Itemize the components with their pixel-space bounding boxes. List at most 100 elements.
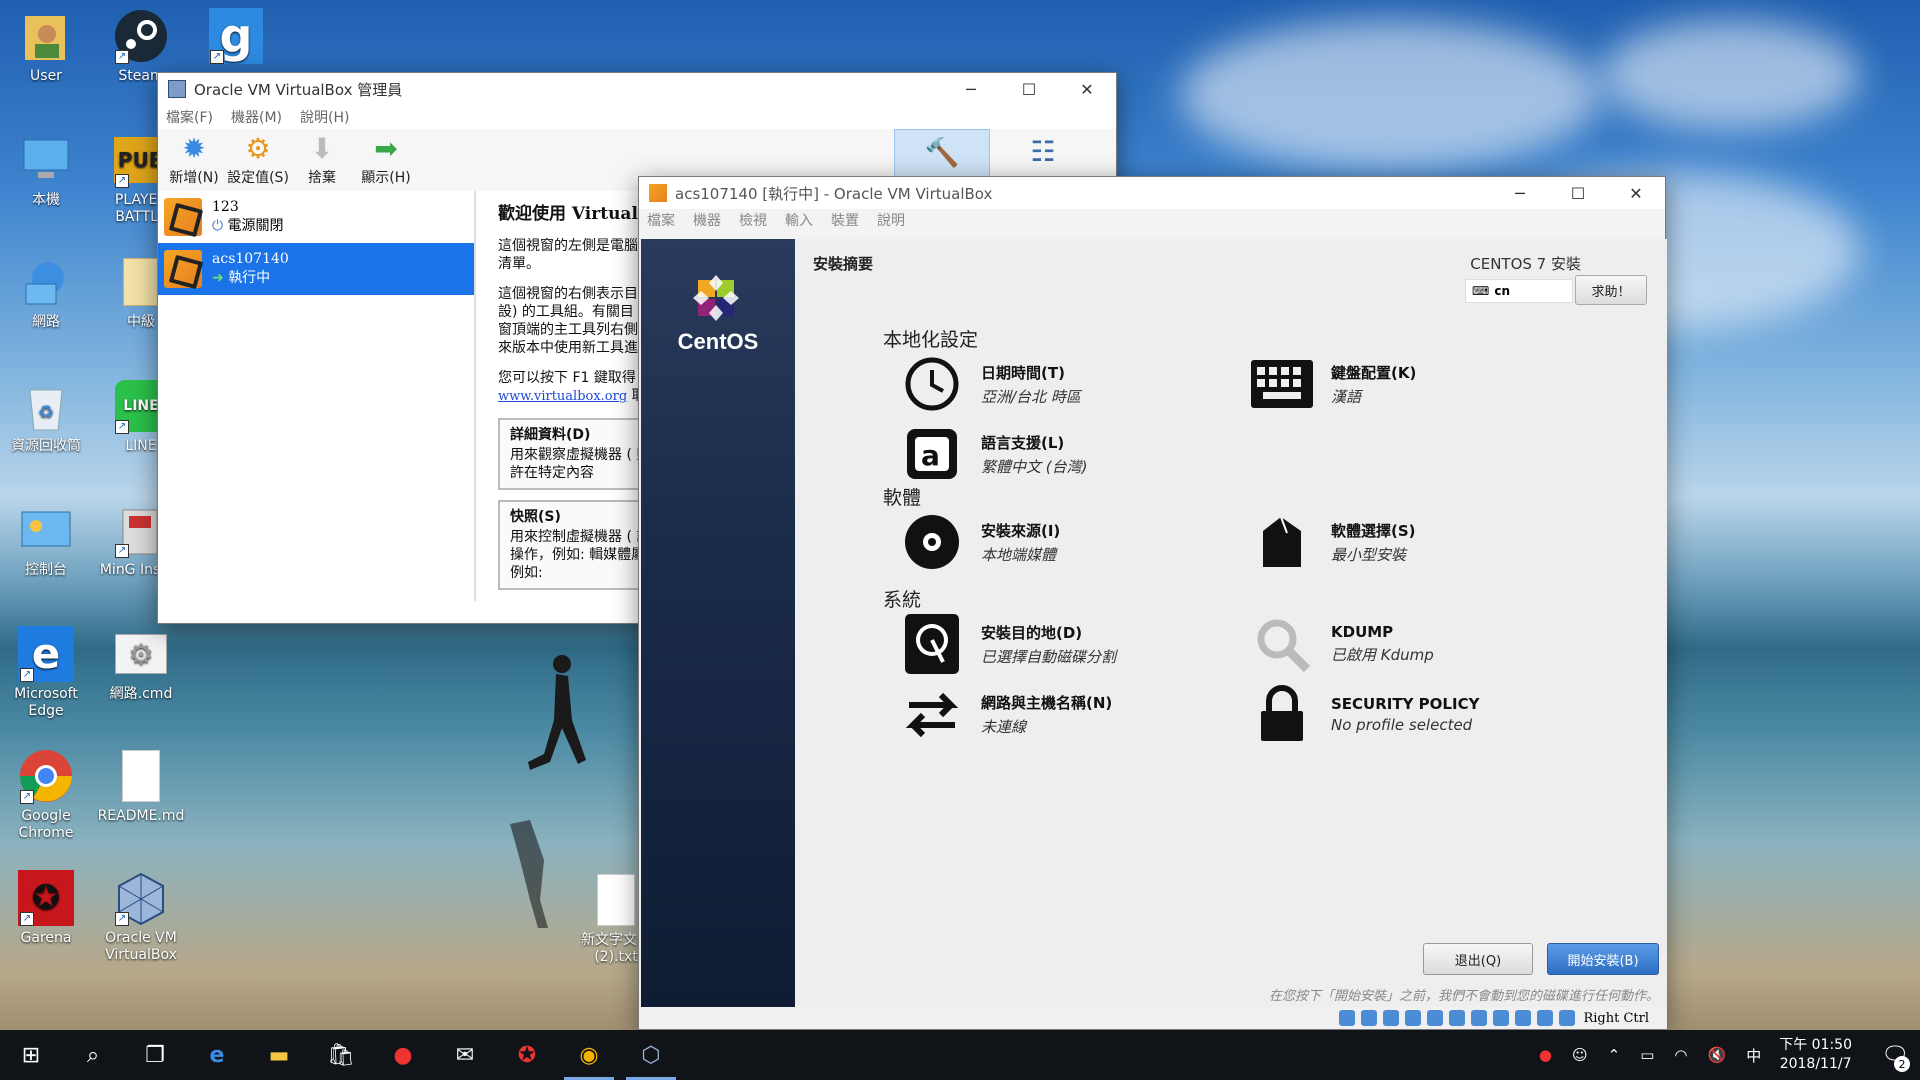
spoke-language[interactable]: a 語言支援(L) 繁體中文 (台灣) <box>899 421 1087 487</box>
discard-button[interactable]: ⬇ 捨棄 <box>290 131 354 191</box>
spoke-keyboard[interactable]: 鍵盤配置(K) 漢語 <box>1249 351 1416 417</box>
taskbar-chrome[interactable]: ◉ <box>558 1030 620 1080</box>
maximize-button[interactable]: ☐ <box>1000 73 1058 105</box>
desktop-icon-readme[interactable]: README.md <box>93 748 189 825</box>
vm-window[interactable]: acs107140 [執行中] - Oracle VM VirtualBox ─… <box>638 176 1667 1030</box>
quit-button[interactable]: 退出(Q) <box>1423 943 1533 975</box>
vm-os-icon <box>164 250 202 288</box>
audio-icon[interactable] <box>1383 1010 1400 1026</box>
taskbar-edge[interactable]: e <box>186 1030 248 1080</box>
maximize-button[interactable]: ☐ <box>1549 177 1607 209</box>
text-file-icon <box>588 872 644 928</box>
virtualbox-icon: ↗ <box>113 870 169 926</box>
new-vm-icon: ✹ <box>182 131 206 165</box>
shared-folder-icon[interactable] <box>1449 1010 1466 1026</box>
taskbar-garena[interactable]: ✪ <box>496 1030 558 1080</box>
task-view-button[interactable]: ❐ <box>124 1030 186 1080</box>
product-title: CENTOS 7 安裝 <box>1470 255 1581 273</box>
menu-help[interactable]: 說明(H) <box>300 107 349 127</box>
desktop-icon-user[interactable]: User <box>0 8 94 85</box>
desktop-icon-network[interactable]: 網路 <box>0 254 94 331</box>
desktop-icon-label: 網路.cmd <box>109 686 173 702</box>
desktop-icon-recycle-bin[interactable]: ♻ 資源回收筒 <box>0 378 94 455</box>
vm-menu-view[interactable]: 檢視 <box>739 210 767 230</box>
desktop-icon-edge[interactable]: e ↗ Microsoft Edge <box>0 626 94 720</box>
help-button[interactable]: 求助！ <box>1575 275 1647 305</box>
desktop-icon-chrome[interactable]: ↗ Google Chrome <box>0 748 94 842</box>
wifi-icon[interactable]: ◠ <box>1674 1046 1687 1064</box>
desktop-icon-this-pc[interactable]: 本機 <box>0 132 94 209</box>
storage-icon[interactable] <box>1339 1010 1356 1026</box>
start-button[interactable]: ⊞ <box>0 1030 62 1080</box>
vm-menu-machine[interactable]: 機器 <box>693 210 721 230</box>
usb-icon[interactable] <box>1427 1010 1444 1026</box>
people-icon[interactable]: ☺ <box>1572 1046 1588 1064</box>
desktop-icon-virtualbox[interactable]: ↗ Oracle VM VirtualBox <box>93 870 189 964</box>
minimize-button[interactable]: ─ <box>1491 177 1549 209</box>
clock[interactable]: 下午 01:50 2018/11/7 <box>1779 1036 1852 1074</box>
spoke-security-policy[interactable]: SECURITY POLICY No profile selected <box>1249 681 1479 747</box>
network-adapter-icon[interactable] <box>1405 1010 1422 1026</box>
menu-file[interactable]: 檔案(F) <box>166 107 213 127</box>
taskbar-virtualbox[interactable]: ⬡ <box>620 1030 682 1080</box>
antivirus-icon[interactable]: ● <box>1539 1046 1552 1064</box>
page-title: 安裝摘要 <box>813 255 874 273</box>
edge-icon: e <box>209 1042 225 1068</box>
search-button[interactable]: ⌕ <box>62 1030 124 1080</box>
spoke-network[interactable]: 網路與主機名稱(N) 未連線 <box>899 681 1112 747</box>
settings-button[interactable]: ⚙ 設定值(S) <box>226 131 290 191</box>
vm-titlebar[interactable]: acs107140 [執行中] - Oracle VM VirtualBox ─… <box>639 177 1665 209</box>
vbm-title: Oracle VM VirtualBox 管理員 <box>194 80 403 99</box>
keyboard-layout-indicator[interactable]: ⌨ cn <box>1465 279 1573 303</box>
vm-list-item[interactable]: 123 ⏻ 電源關閉 <box>158 191 474 243</box>
spoke-kdump[interactable]: KDUMP 已啟用 Kdump <box>1249 611 1434 677</box>
vm-menu-file[interactable]: 檔案 <box>647 210 675 230</box>
action-center-button[interactable]: 🗨 2 <box>1870 1030 1920 1080</box>
language-icon: a <box>899 421 965 487</box>
close-button[interactable]: ✕ <box>1607 177 1665 209</box>
desktop-icon-garena[interactable]: ✪ ↗ Garena <box>0 870 94 947</box>
taskbar-store[interactable]: 🛍 <box>310 1030 372 1080</box>
vm-menu-devices[interactable]: 裝置 <box>831 210 859 230</box>
show-hidden-icons-chevron-icon[interactable]: ⌃ <box>1608 1046 1621 1064</box>
cpu-icon[interactable] <box>1515 1010 1532 1026</box>
vm-list-item-selected[interactable]: acs107140 ➜ 執行中 <box>158 243 474 295</box>
welcome-paragraph: 這個視窗的左側是電腦 清單。 <box>498 238 638 272</box>
menu-machine[interactable]: 機器(M) <box>231 107 282 127</box>
optical-drive-icon[interactable] <box>1361 1010 1378 1026</box>
begin-installation-button[interactable]: 開始安裝(B) <box>1547 943 1659 975</box>
keyboard-capture-icon[interactable] <box>1559 1010 1576 1026</box>
virtualbox-link[interactable]: www.virtualbox.org <box>498 389 627 404</box>
desktop-icon-label: Oracle VM VirtualBox <box>105 930 177 963</box>
display-icon[interactable] <box>1471 1010 1488 1026</box>
desktop-icon-control-panel[interactable]: 控制台 <box>0 502 94 579</box>
close-button[interactable]: ✕ <box>1058 73 1116 105</box>
recording-icon[interactable] <box>1493 1010 1510 1026</box>
spoke-datetime[interactable]: 日期時間(T) 亞洲/台北 時區 <box>899 351 1081 417</box>
spoke-software-selection[interactable]: 軟體選擇(S) 最小型安裝 <box>1249 509 1416 575</box>
anaconda-installer[interactable]: CentOS 安裝摘要 CENTOS 7 安裝 ⌨ cn 求助！ 本地化設定 日… <box>639 239 1667 1009</box>
chrome-icon: ◉ <box>579 1042 599 1068</box>
battery-icon[interactable]: ▭ <box>1640 1046 1654 1064</box>
folder-icon: ▬ <box>268 1042 290 1068</box>
desktop-icon-g-app[interactable]: g ↗ <box>188 8 284 68</box>
taskbar-red-app[interactable]: ● <box>372 1030 434 1080</box>
new-button[interactable]: ✹ 新增(N) <box>162 131 226 191</box>
spoke-install-destination[interactable]: 安裝目的地(D) 已選擇自動磁碟分割 <box>899 611 1116 677</box>
package-icon <box>1249 509 1315 575</box>
vbm-titlebar[interactable]: Oracle VM VirtualBox 管理員 ─ ☐ ✕ <box>158 73 1116 105</box>
gear-file-icon: ⚙ <box>113 626 169 682</box>
taskbar-explorer[interactable]: ▬ <box>248 1030 310 1080</box>
vm-menu-help[interactable]: 說明 <box>877 210 905 230</box>
spoke-install-source[interactable]: 安裝來源(I) 本地端媒體 <box>899 509 1060 575</box>
minimize-button[interactable]: ─ <box>942 73 1000 105</box>
desktop-icon-network-cmd[interactable]: ⚙ 網路.cmd <box>93 626 189 703</box>
taskbar-mail[interactable]: ✉ <box>434 1030 496 1080</box>
vm-name: 123 <box>212 199 239 215</box>
vm-menubar: 檔案 機器 檢視 輸入 裝置 說明 <box>639 209 1665 231</box>
ime-indicator[interactable]: 中 <box>1746 1045 1761 1066</box>
volume-muted-icon[interactable]: 🔇 <box>1708 1046 1727 1064</box>
mouse-integration-icon[interactable] <box>1537 1010 1554 1026</box>
vm-menu-input[interactable]: 輸入 <box>785 210 813 230</box>
show-button[interactable]: ➡ 顯示(H) <box>354 131 418 191</box>
